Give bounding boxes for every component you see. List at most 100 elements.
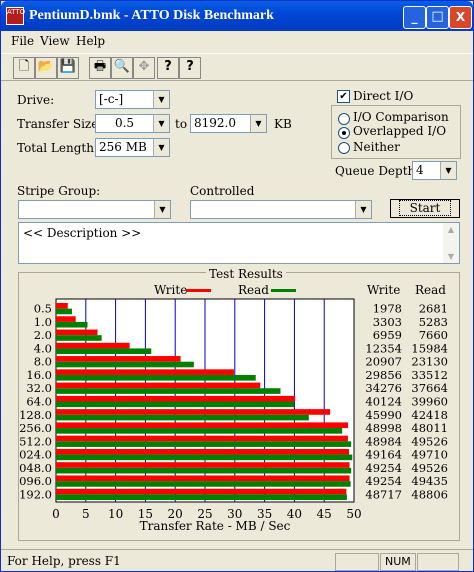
context-help-icon[interactable]: ?	[179, 57, 201, 79]
write-bar	[56, 382, 261, 389]
start-label: Start	[398, 200, 452, 216]
new-icon[interactable]: 🗋	[13, 57, 35, 79]
chevron-down-icon[interactable]: ▼	[153, 139, 169, 156]
x-tick-label: 45	[317, 507, 332, 521]
read-value: 49435	[411, 474, 448, 488]
read-bar	[56, 348, 152, 355]
transfer-size-to-select[interactable]: 8192.0 ▼	[190, 114, 267, 133]
neither-label: Neither	[353, 140, 400, 154]
kb-label: KB	[274, 117, 292, 131]
window-title: PentiumD.bmk - ATTO Disk Benchmark	[29, 8, 274, 23]
chevron-down-icon[interactable]: ▼	[153, 91, 169, 108]
num-lock-indicator: NUM	[385, 555, 411, 568]
read-bar	[56, 361, 194, 368]
write-bar	[56, 448, 350, 455]
open-icon[interactable]: 📂	[35, 57, 57, 79]
to-label: to	[175, 117, 188, 131]
print-icon[interactable]: 🖶	[89, 57, 111, 79]
write-value: 1978	[373, 302, 402, 316]
direct-io-checkbox[interactable]: ✔	[337, 90, 350, 103]
transfer-size-label: 8.0	[34, 355, 52, 369]
read-value: 48806	[411, 487, 448, 501]
controlled-label: Controlled	[190, 184, 255, 198]
read-bar	[56, 481, 351, 487]
x-tick-label: 5	[82, 507, 90, 521]
write-value: 6959	[373, 328, 402, 342]
write-bar	[56, 462, 350, 468]
description-textbox[interactable]: << Description >> ▲ ▼	[18, 222, 460, 264]
read-bar	[56, 441, 352, 447]
write-bar	[56, 329, 98, 336]
help-icon[interactable]: ?	[157, 57, 179, 79]
transfer-to-value: 8192.0	[194, 116, 236, 130]
io-comparison-radio[interactable]	[338, 113, 350, 125]
transfer-size-label: 3192.0	[19, 487, 52, 501]
close-button[interactable]: X	[449, 6, 472, 29]
atto-app-icon: ATTO	[6, 7, 25, 25]
controlled-select[interactable]: ▼	[190, 200, 372, 219]
start-button[interactable]: Start	[390, 199, 460, 218]
x-axis-label: Transfer Rate - MB / Sec	[140, 519, 291, 533]
scroll-down-icon[interactable]: ▼	[443, 250, 459, 263]
drive-value: [-c-]	[99, 92, 124, 106]
chevron-down-icon[interactable]: ▼	[440, 162, 456, 179]
save-icon[interactable]: 💾	[57, 57, 79, 79]
write-value: 20907	[365, 355, 402, 369]
status-help-text: For Help, press F1	[7, 554, 121, 568]
scroll-up-icon[interactable]: ▲	[443, 223, 459, 236]
write-value: 12354	[365, 341, 402, 355]
x-tick-label: 0	[52, 507, 60, 521]
read-value: 42418	[411, 408, 448, 422]
chevron-down-icon[interactable]: ▼	[250, 115, 266, 132]
read-bar	[56, 428, 343, 434]
chevron-down-icon[interactable]: ▼	[355, 201, 371, 218]
drive-select[interactable]: [-c-] ▼	[95, 90, 170, 109]
stripe-group-select[interactable]: ▼	[18, 200, 171, 219]
maximize-button[interactable]: □	[426, 6, 449, 29]
status-bar: For Help, press F1 NUM	[1, 549, 473, 572]
transfer-size-label: 64.0	[26, 395, 52, 409]
minimize-button[interactable]: _	[403, 6, 426, 29]
read-bar	[56, 308, 72, 315]
menu-help[interactable]: Help	[76, 34, 105, 48]
read-bar	[56, 467, 352, 474]
description-text: << Description >>	[23, 226, 142, 240]
write-value: 34276	[365, 381, 402, 395]
queue-depth-select[interactable]: 4 ▼	[412, 161, 457, 180]
write-value: 49254	[365, 474, 402, 488]
transfer-size-label: Transfer Size:	[17, 117, 103, 131]
write-bar	[56, 303, 68, 309]
status-num-cell: NUM	[380, 553, 416, 571]
stripe-group-label: Stripe Group:	[17, 184, 101, 198]
read-bar	[56, 454, 353, 461]
transfer-size-label: 128.0	[19, 408, 52, 422]
read-value: 5283	[419, 315, 448, 329]
menu-view[interactable]: View	[40, 34, 70, 48]
write-value: 48998	[365, 421, 402, 435]
move-icon[interactable]: ✥	[133, 57, 155, 79]
total-length-label: Total Length:	[17, 141, 98, 155]
total-length-value: 256 MB	[99, 140, 147, 154]
transfer-size-label: 4.0	[34, 341, 52, 355]
transfer-size-label: 1024.0	[19, 448, 52, 462]
chevron-down-icon[interactable]: ▼	[153, 115, 169, 132]
menu-file[interactable]: File	[11, 34, 34, 48]
title-bar[interactable]: ATTO PentiumD.bmk - ATTO Disk Benchmark …	[1, 1, 473, 31]
transfer-size-label: 32.0	[26, 381, 52, 395]
write-value: 49254	[365, 461, 402, 475]
status-cell-empty-2	[417, 553, 459, 571]
write-bar	[56, 369, 234, 375]
description-scrollbar[interactable]: ▲ ▼	[443, 223, 459, 263]
read-bar	[56, 335, 102, 341]
drive-label: Drive:	[17, 93, 55, 107]
chevron-down-icon[interactable]: ▼	[154, 201, 170, 218]
write-bar	[56, 422, 349, 429]
write-value: 48717	[365, 487, 402, 501]
neither-radio[interactable]	[338, 142, 350, 154]
print-preview-icon[interactable]: 🔍	[111, 57, 133, 79]
write-bar	[56, 475, 350, 482]
transfer-size-from-select[interactable]: 0.5 ▼	[95, 114, 170, 133]
total-length-select[interactable]: 256 MB ▼	[95, 138, 170, 157]
write-bar	[56, 395, 296, 402]
overlapped-io-radio[interactable]	[338, 127, 350, 139]
